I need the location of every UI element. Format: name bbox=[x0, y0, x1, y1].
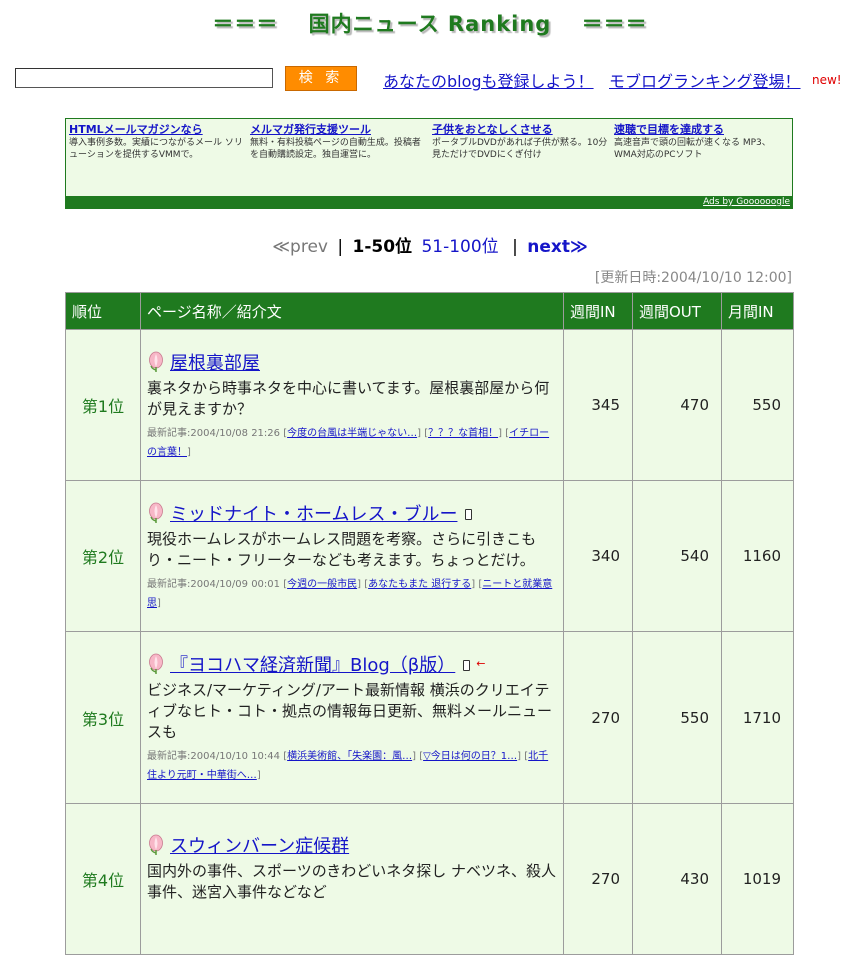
pager-separator: | bbox=[512, 237, 518, 257]
week-in-cell: 340 bbox=[563, 480, 633, 632]
ad-description: 高速音声で頭の回転が速くなる MP3、WMA対応のPCソフト bbox=[614, 138, 771, 160]
site-name-link[interactable]: スウィンバーン症候群 bbox=[170, 832, 349, 858]
page-cell: スウィンバーン症候群 国内外の事件、スポーツのきわどいネタ探し ナベツネ、殺人事… bbox=[140, 803, 564, 955]
ads-credit-link[interactable]: Ads by Goooooogle bbox=[703, 196, 790, 208]
pagination: ≪prev | 1-50位 51-100位 | next≫ bbox=[0, 232, 860, 257]
article-link[interactable]: ？？？な首相！ bbox=[428, 428, 498, 439]
month-in-cell: 550 bbox=[721, 329, 794, 481]
recent-label: 最新記事: bbox=[147, 427, 191, 439]
register-blog-link[interactable]: あなたのblogも登録しよう！ bbox=[383, 68, 594, 92]
ad-title[interactable]: メルマガ発行支援ツール bbox=[250, 121, 426, 137]
page-cell: 『ヨコハマ経済新聞』Blog（β版） ← ビジネス/マーケティング/アート最新情… bbox=[140, 631, 564, 804]
mobile-ranking-link[interactable]: モブログランキング登場！ bbox=[609, 68, 801, 92]
site-name-link[interactable]: ミッドナイト・ホームレス・ブルー bbox=[170, 500, 457, 526]
month-in-cell: 1019 bbox=[721, 803, 794, 955]
recent-articles: 最新記事:2004/10/09 00:01 [今週の一般市民] [あなたもまた … bbox=[147, 578, 553, 609]
recent-articles: 最新記事:2004/10/10 10:44 [横浜美術館、「失楽園：風…] [▽… bbox=[147, 750, 549, 781]
site-intro: 国内外の事件、スポーツのきわどいネタ探し ナベツネ、殺人事件、迷宮入事件などなど bbox=[147, 862, 557, 901]
site-intro: 現役ホームレスがホームレス問題を考察。さらに引きこもり・ニート・フリーターなども… bbox=[147, 529, 537, 569]
search-input[interactable] bbox=[15, 68, 273, 88]
ad-description: 無料・有料投稿ページの自動生成。投稿者を自動購読設定。独自運営に。 bbox=[250, 138, 421, 160]
month-in-cell: 1710 bbox=[721, 631, 794, 804]
site-name-link[interactable]: 屋根裏部屋 bbox=[170, 349, 260, 375]
rank-cell: 第3位 bbox=[65, 631, 141, 804]
recent-label: 最新記事: bbox=[147, 750, 191, 762]
week-out-cell: 540 bbox=[632, 480, 722, 632]
page-cell: ミッドナイト・ホームレス・ブルー 現役ホームレスがホームレス問題を考察。さらに引… bbox=[140, 480, 564, 632]
ranking-table: 順位 ページ名称／紹介文 週間IN 週間OUT 月間IN 第1位 屋根裏部屋 裏… bbox=[65, 292, 794, 955]
table-row: 第1位 屋根裏部屋 裏ネタから時事ネタを中心に書いてます。屋根裏部屋から何が見え… bbox=[65, 329, 794, 481]
table-row: 第3位 『ヨコハマ経済新聞』Blog（β版） ← ビジネス/マーケティング/アー… bbox=[65, 631, 794, 804]
week-out-cell: 470 bbox=[632, 329, 722, 481]
ad-footer: Ads by Goooooogle bbox=[66, 196, 792, 208]
new-badge: new! bbox=[812, 73, 842, 87]
recent-time: 2004/10/09 00:01 bbox=[190, 578, 281, 590]
ad-title[interactable]: 子供をおとなしくさせる bbox=[432, 121, 608, 137]
ad-item[interactable]: HTMLメールマガジンなら 導入事例多数。実績につながるメール ソリューションを… bbox=[69, 121, 245, 161]
table-row: 第4位 スウィンバーン症候群 国内外の事件、スポーツのきわどいネタ探し ナベツネ… bbox=[65, 803, 794, 955]
week-out-cell: 430 bbox=[632, 803, 722, 955]
header-rank: 順位 bbox=[65, 292, 141, 330]
page-title: ＝＝＝ 国内ニュース Ranking ＝＝＝ bbox=[212, 12, 648, 36]
tulip-icon bbox=[149, 834, 163, 855]
site-intro: 裏ネタから時事ネタを中心に書いてます。屋根裏部屋から何が見えますか？ bbox=[147, 378, 550, 418]
recent-time: 2004/10/08 21:26 bbox=[190, 427, 281, 439]
tulip-icon bbox=[149, 653, 163, 674]
search-button[interactable]: 検 索 bbox=[285, 66, 357, 91]
week-in-cell: 345 bbox=[563, 329, 633, 481]
header-month-in: 月間IN bbox=[721, 292, 794, 330]
table-header-row: 順位 ページ名称／紹介文 週間IN 週間OUT 月間IN bbox=[65, 292, 794, 330]
article-link[interactable]: 今週の一般市民 bbox=[287, 579, 357, 590]
table-row: 第2位 ミッドナイト・ホームレス・ブルー 現役ホームレスがホームレス問題を考察。… bbox=[65, 480, 794, 632]
site-intro: ビジネス/マーケティング/アート最新情報 横浜のクリエイティブなヒト・コト・拠点… bbox=[147, 680, 553, 741]
week-out-cell: 550 bbox=[632, 631, 722, 804]
week-in-cell: 270 bbox=[563, 631, 633, 804]
prev-link[interactable]: ≪prev bbox=[272, 237, 328, 257]
article-link[interactable]: あなたもまた 退行する bbox=[368, 579, 471, 590]
article-link[interactable]: 今度の台風は半端じゃない… bbox=[287, 428, 417, 439]
current-range: 1-50位 bbox=[352, 237, 413, 257]
site-name-link[interactable]: 『ヨコハマ経済新聞』Blog（β版） bbox=[170, 651, 455, 677]
tulip-icon bbox=[149, 502, 163, 523]
rank-cell: 第2位 bbox=[65, 480, 141, 632]
week-in-cell: 270 bbox=[563, 803, 633, 955]
mobile-phone-icon bbox=[463, 660, 471, 671]
next-link[interactable]: next≫ bbox=[527, 237, 588, 257]
recent-articles: 最新記事:2004/10/08 21:26 [今度の台風は半端じゃない…] [？… bbox=[147, 427, 550, 458]
ad-item[interactable]: 速聴で目標を達成する 高速音声で頭の回転が速くなる MP3、WMA対応のPCソフ… bbox=[614, 121, 790, 161]
ad-item[interactable]: 子供をおとなしくさせる ポータブルDVDがあれば子供が黙る。10分見ただけでDV… bbox=[432, 121, 608, 161]
article-link[interactable]: 横浜美術館、「失楽園：風… bbox=[287, 751, 412, 762]
mobile-phone-icon bbox=[465, 509, 473, 520]
recent-time: 2004/10/10 10:44 bbox=[190, 750, 281, 762]
ad-title[interactable]: HTMLメールマガジンなら bbox=[69, 121, 245, 137]
ad-title[interactable]: 速聴で目標を達成する bbox=[614, 121, 790, 137]
rank-cell: 第1位 bbox=[65, 329, 141, 481]
tulip-icon bbox=[149, 351, 163, 372]
header-week-in: 週間IN bbox=[563, 292, 633, 330]
rank-cell: 第4位 bbox=[65, 803, 141, 955]
header-page: ページ名称／紹介文 bbox=[140, 292, 564, 330]
month-in-cell: 1160 bbox=[721, 480, 794, 632]
ad-description: 導入事例多数。実績につながるメール ソリューションを提供するVMMで。 bbox=[69, 138, 243, 160]
page-cell: 屋根裏部屋 裏ネタから時事ネタを中心に書いてます。屋根裏部屋から何が見えますか？… bbox=[140, 329, 564, 481]
ad-description: ポータブルDVDがあれば子供が黙る。10分見ただけでDVDにくぎ付け bbox=[432, 138, 608, 160]
ad-item[interactable]: メルマガ発行支援ツール 無料・有料投稿ページの自動生成。投稿者を自動購読設定。独… bbox=[250, 121, 426, 161]
range-51-100-link[interactable]: 51-100位 bbox=[421, 237, 498, 257]
article-link[interactable]: ▽今日は何の日？1… bbox=[423, 751, 517, 762]
header-week-out: 週間OUT bbox=[632, 292, 722, 330]
ad-box: HTMLメールマガジンなら 導入事例多数。実績につながるメール ソリューションを… bbox=[65, 118, 793, 209]
updated-timestamp: [更新日時:2004/10/10 12:00] bbox=[594, 270, 792, 286]
recent-label: 最新記事: bbox=[147, 578, 191, 590]
red-arrow-icon: ← bbox=[476, 657, 486, 670]
pager-separator: | bbox=[337, 237, 344, 257]
